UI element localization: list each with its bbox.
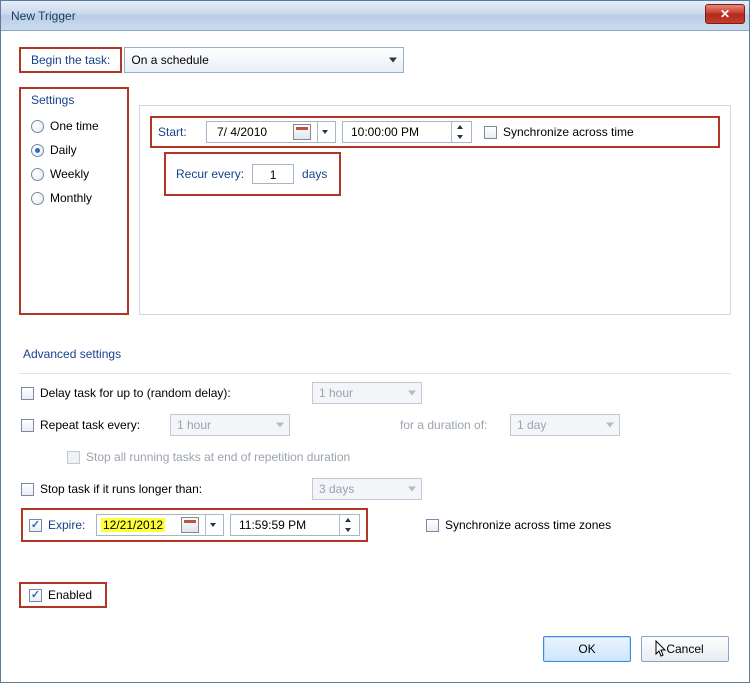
spin-down-icon [452,132,467,142]
calendar-icon [293,124,311,140]
start-date-picker[interactable]: 7/ 4/2010 [206,121,336,143]
divider [19,373,731,374]
stop-all-checkbox [67,451,80,464]
stop-if-checkbox[interactable] [21,483,34,496]
start-date-value: 7/ 4/2010 [211,125,267,139]
spin-up-icon [452,122,467,132]
sync-zones-label: Synchronize across time zones [445,518,611,532]
start-row: Start: 7/ 4/2010 10:00:00 PM [150,116,720,148]
begin-task-value: On a schedule [131,53,208,67]
stop-all-label: Stop all running tasks at end of repetit… [86,450,350,464]
checkbox-icon [426,519,439,532]
begin-task-dropdown[interactable]: On a schedule [124,47,404,73]
schedule-panel: Start: 7/ 4/2010 10:00:00 PM [139,105,731,315]
window-title: New Trigger [11,9,76,23]
radio-one-time[interactable]: One time [31,119,117,133]
recur-value-input[interactable]: 1 [252,164,294,184]
dialog-content: Begin the task: On a schedule Settings O… [1,31,749,624]
start-time-value: 10:00:00 PM [347,125,419,139]
radio-label: One time [50,119,99,133]
radio-icon [31,168,44,181]
chevron-down-icon [276,423,284,428]
delay-combo[interactable]: 1 hour [312,382,422,404]
cancel-label: Cancel [666,642,703,656]
begin-task-label-region: Begin the task: [19,47,122,73]
enabled-region: Enabled [19,582,107,608]
settings-legend: Settings [31,93,117,107]
checkbox-icon [484,126,497,139]
expire-region: Expire: 12/21/2012 11:59:59 PM [21,508,368,542]
calendar-icon [181,517,199,533]
stop-if-combo[interactable]: 3 days [312,478,422,500]
expire-date-value: 12/21/2012 [101,518,165,532]
expire-checkbox[interactable] [29,519,42,532]
repeat-combo[interactable]: 1 hour [170,414,290,436]
radio-label: Daily [50,143,77,157]
repeat-row: Repeat task every: 1 hour for a duration… [21,412,729,438]
delay-value: 1 hour [319,386,353,400]
start-time-field[interactable]: 10:00:00 PM [342,121,472,143]
radio-label: Monthly [50,191,92,205]
chevron-down-icon [389,58,397,63]
radio-label: Weekly [50,167,89,181]
spin-buttons[interactable] [451,122,467,142]
recur-value: 1 [270,168,277,182]
expire-time-value: 11:59:59 PM [235,518,306,532]
recur-prefix: Recur every: [176,167,244,181]
stop-if-row: Stop task if it runs longer than: 3 days [21,476,729,502]
chevron-down-icon [408,391,416,396]
spin-up-icon [340,515,355,525]
stop-if-value: 3 days [319,482,354,496]
spin-down-icon [340,525,355,535]
start-label: Start: [158,125,198,139]
delay-checkbox[interactable] [21,387,34,400]
enabled-checkbox[interactable] [29,589,42,602]
duration-combo[interactable]: 1 day [510,414,620,436]
dialog-window: New Trigger ✕ Begin the task: On a sched… [0,0,750,683]
radio-icon [31,144,44,157]
radio-monthly[interactable]: Monthly [31,191,117,205]
begin-task-row: Begin the task: On a schedule [19,47,731,73]
advanced-legend: Advanced settings [23,347,731,361]
repeat-label: Repeat task every: [40,418,170,432]
close-icon: ✕ [720,7,730,21]
settings-group: Settings One time Daily Weekly Monthly [19,87,129,315]
repeat-checkbox[interactable] [21,419,34,432]
radio-icon [31,192,44,205]
delay-row: Delay task for up to (random delay): 1 h… [21,380,729,406]
cancel-button[interactable]: Cancel [641,636,729,662]
stop-all-row: Stop all running tasks at end of repetit… [67,444,729,470]
delay-label: Delay task for up to (random delay): [40,386,312,400]
recur-row: Recur every: 1 days [164,152,341,196]
titlebar: New Trigger ✕ [1,1,749,31]
duration-value: 1 day [517,418,546,432]
duration-label: for a duration of: [400,418,510,432]
chevron-down-icon [317,122,331,142]
sync-across-time-label: Synchronize across time [503,125,634,139]
ok-button[interactable]: OK [543,636,631,662]
sync-across-time-checkbox[interactable]: Synchronize across time [484,125,634,139]
sync-zones-checkbox[interactable]: Synchronize across time zones [426,518,611,532]
stop-if-label: Stop task if it runs longer than: [40,482,312,496]
close-button[interactable]: ✕ [705,4,745,24]
radio-daily[interactable]: Daily [31,143,117,157]
chevron-down-icon [408,487,416,492]
enabled-label: Enabled [48,588,92,602]
main-area: Settings One time Daily Weekly Monthly [19,87,731,315]
begin-task-label: Begin the task: [31,53,110,67]
expire-date-picker[interactable]: 12/21/2012 [96,514,224,536]
ok-label: OK [578,642,595,656]
button-bar: OK Cancel [543,636,729,662]
expire-row: Expire: 12/21/2012 11:59:59 PM Synchroni… [21,508,729,542]
chevron-down-icon [606,423,614,428]
recur-suffix: days [302,167,327,181]
repeat-value: 1 hour [177,418,211,432]
expire-time-field[interactable]: 11:59:59 PM [230,514,360,536]
chevron-down-icon [205,515,219,535]
expire-label: Expire: [48,518,96,532]
radio-icon [31,120,44,133]
radio-weekly[interactable]: Weekly [31,167,117,181]
spin-buttons[interactable] [339,515,355,535]
